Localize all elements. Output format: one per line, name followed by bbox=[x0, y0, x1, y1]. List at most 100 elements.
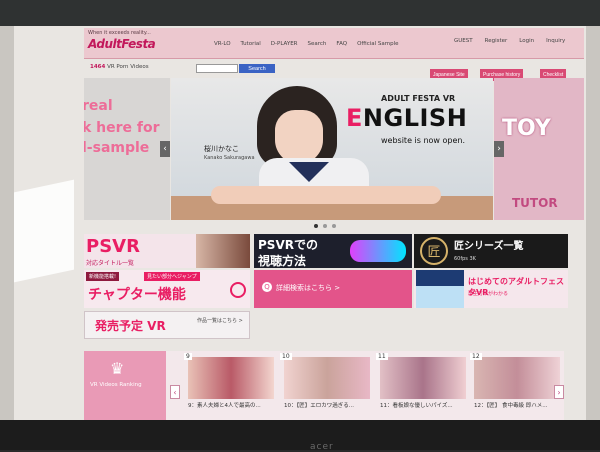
monitor-bezel-bottom bbox=[0, 420, 600, 450]
chapter-jump-badge: 見たい部分へジャンプ bbox=[144, 272, 200, 281]
hero-next-slide[interactable]: TOY TUTOR bbox=[494, 78, 584, 220]
nav-guest: GUEST bbox=[454, 38, 473, 44]
psvr-howto-line1: PSVRでの bbox=[258, 238, 318, 252]
takumi-badge-icon: 匠 bbox=[420, 237, 448, 265]
nav-link-d-player[interactable]: D-PLAYER bbox=[271, 41, 298, 47]
ranking-thumbnail bbox=[380, 357, 466, 399]
ranking-label: VR Videos Ranking bbox=[90, 382, 142, 388]
upcoming-releases-tile[interactable]: 発売予定 VR 作品一覧はこちら > bbox=[84, 311, 250, 339]
account-nav: GUEST Register Login Inquiry bbox=[454, 38, 565, 44]
carousel-dot[interactable] bbox=[332, 224, 336, 228]
hero-subtitle: website is now open. bbox=[381, 136, 466, 145]
hero-left-text-1: real bbox=[84, 98, 113, 114]
hero-right-tutor: TUTOR bbox=[512, 196, 558, 210]
ranking-number: 12 bbox=[470, 353, 482, 360]
anime-character-hair bbox=[416, 270, 464, 286]
chapter-feature-tile[interactable]: 新機能搭載! 見たい部分へジャンプ チャプター機能 bbox=[84, 270, 250, 308]
advanced-search-tile[interactable]: Q 詳細検索はこちら > bbox=[254, 270, 412, 308]
psvr-howto-line2: 視聴方法 bbox=[258, 254, 307, 268]
nav-link-search[interactable]: Search bbox=[308, 41, 327, 47]
ranking-prev-button[interactable]: ‹ bbox=[170, 385, 180, 399]
hero-title-rest: NGLISH bbox=[362, 104, 468, 132]
vr-goggle-image bbox=[350, 240, 406, 262]
psvr-tile-photo bbox=[196, 234, 250, 268]
ranking-section: ♛ VR Videos Ranking ‹ 9 9：素人夫婦と4人で最高の...… bbox=[84, 351, 564, 420]
ranking-item[interactable]: 9 9：素人夫婦と4人で最高の... bbox=[184, 353, 276, 419]
search-button[interactable]: Search bbox=[239, 64, 275, 73]
hero-left-text-2: k here for bbox=[84, 120, 160, 136]
hero-prev-slide[interactable]: real k here for l-sample bbox=[84, 78, 170, 220]
monitor-brand: acer bbox=[310, 442, 334, 452]
search-bar: 1464 VR Porn Videos Search Japanese Site… bbox=[84, 60, 584, 81]
hero-right-toy: TOY bbox=[502, 116, 551, 141]
video-count-label: VR Porn Videos bbox=[107, 64, 149, 70]
nav-login[interactable]: Login bbox=[519, 38, 534, 44]
monitor-bezel-right bbox=[586, 26, 600, 420]
chapter-tile-title: チャプター機能 bbox=[88, 287, 186, 303]
site-logo[interactable]: When it exceeds reality... AdultFesta bbox=[88, 30, 174, 54]
nav-link-faq[interactable]: FAQ bbox=[336, 41, 347, 47]
beginner-guide-subtitle: 再生方法がわかる bbox=[468, 291, 509, 297]
hero-title-first-letter: E bbox=[346, 104, 363, 132]
video-count: 1464 VR Porn Videos bbox=[90, 64, 149, 70]
hero-title-big: ENGLISH bbox=[346, 104, 467, 132]
carousel-dots bbox=[314, 224, 336, 228]
ranking-thumbnail bbox=[188, 357, 274, 399]
browser-viewport: When it exceeds reality... AdultFesta VR… bbox=[14, 26, 586, 420]
hero-title-top: ADULT FESTA VR bbox=[381, 94, 456, 103]
search-input[interactable] bbox=[196, 64, 238, 73]
nav-register[interactable]: Register bbox=[485, 38, 508, 44]
hero-model-face bbox=[275, 110, 323, 164]
ranking-thumbnail bbox=[284, 357, 370, 399]
carousel-dot[interactable] bbox=[314, 224, 318, 228]
hero-prev-arrow[interactable]: ‹ bbox=[160, 141, 170, 157]
ranking-next-button[interactable]: › bbox=[554, 385, 564, 399]
psvr-tile-subtitle: 対応タイトル一覧 bbox=[86, 260, 135, 267]
hero-model-arms bbox=[211, 186, 441, 204]
target-icon bbox=[230, 282, 246, 298]
nav-link-official-sample[interactable]: Official Sample bbox=[357, 41, 398, 47]
ranking-number: 11 bbox=[376, 353, 388, 360]
ranking-thumbnail bbox=[474, 357, 560, 399]
ranking-header[interactable]: ♛ VR Videos Ranking bbox=[84, 351, 166, 420]
psvr-tile-title: PSVR bbox=[86, 236, 140, 257]
ranking-number: 9 bbox=[184, 353, 192, 360]
ranking-caption: 11：看板娘な優しいパイズ... bbox=[380, 403, 453, 409]
hero-banner[interactable]: 桜川かなこ Kanako Sakuragawa ADULT FESTA VR E… bbox=[171, 78, 493, 220]
ranking-item[interactable]: 12 12：【匠】 食中毒級 即ハメ... bbox=[470, 353, 562, 419]
chapter-new-badge: 新機能搭載! bbox=[86, 272, 120, 281]
takumi-title: 匠シリーズ一覧 bbox=[454, 241, 524, 252]
site-header: When it exceeds reality... AdultFesta VR… bbox=[84, 28, 584, 59]
logo-text: AdultFesta bbox=[88, 37, 156, 51]
upcoming-releases-title: 発売予定 VR bbox=[95, 319, 166, 333]
ranking-caption: 9：素人夫婦と4人で最高の... bbox=[188, 403, 261, 409]
nav-link-vr-lo[interactable]: VR-LO bbox=[214, 41, 231, 47]
ranking-number: 10 bbox=[280, 353, 292, 360]
psvr-titles-tile[interactable]: PSVR 対応タイトル一覧 bbox=[84, 234, 250, 268]
psvr-howto-tile[interactable]: PSVRでの 視聴方法 bbox=[254, 234, 412, 268]
ranking-item[interactable]: 11 11：看板娘な優しいパイズ... bbox=[376, 353, 468, 419]
takumi-subtitle: 60fps 3K bbox=[454, 256, 476, 262]
site-tagline: When it exceeds reality... bbox=[88, 30, 151, 36]
ranking-item[interactable]: 10 10：【匠】エロカワ過ぎる... bbox=[280, 353, 372, 419]
advanced-search-label: 詳細検索はこちら > bbox=[276, 284, 341, 292]
hero-model-name-jp: 桜川かなこ bbox=[204, 145, 239, 153]
takumi-series-tile[interactable]: 匠 匠シリーズ一覧 60fps 3K bbox=[414, 234, 568, 268]
carousel-dot[interactable] bbox=[323, 224, 327, 228]
ranking-caption: 12：【匠】 食中毒級 即ハメ... bbox=[474, 403, 548, 409]
beginner-guide-tile[interactable]: はじめてのアダルトフェスタVR 再生方法がわかる bbox=[414, 270, 568, 308]
screen-glare bbox=[14, 179, 74, 283]
upcoming-releases-link: 作品一覧はこちら > bbox=[197, 318, 243, 324]
nav-inquiry[interactable]: Inquiry bbox=[546, 38, 565, 44]
hero-left-text-3: l-sample bbox=[84, 140, 150, 156]
monitor-bezel-left bbox=[0, 26, 14, 420]
ranking-caption: 10：【匠】エロカワ過ぎる... bbox=[284, 403, 354, 409]
crown-icon: ♛ bbox=[110, 359, 125, 378]
nav-link-tutorial[interactable]: Tutorial bbox=[241, 41, 261, 47]
video-count-number: 1464 bbox=[90, 64, 106, 70]
main-nav: VR-LO Tutorial D-PLAYER Search FAQ Offic… bbox=[214, 41, 399, 47]
monitor-bezel-top bbox=[0, 0, 600, 26]
search-icon: Q bbox=[262, 282, 272, 292]
hero-model-name-en: Kanako Sakuragawa bbox=[204, 155, 255, 161]
hero-next-arrow[interactable]: › bbox=[494, 141, 504, 157]
